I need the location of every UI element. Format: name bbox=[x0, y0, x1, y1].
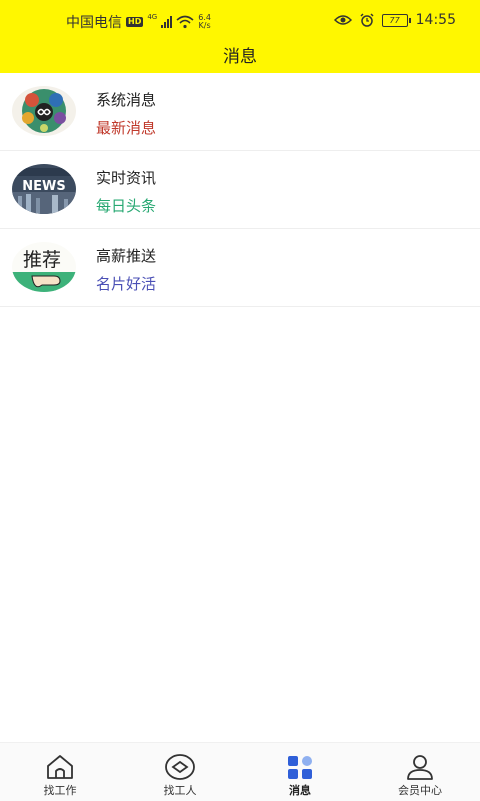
nav-find-job[interactable]: 找工作 bbox=[0, 743, 120, 801]
message-title: 实时资讯 bbox=[96, 169, 157, 187]
message-title: 高薪推送 bbox=[96, 247, 157, 265]
nav-label: 找工人 bbox=[163, 784, 197, 797]
message-subtitle: 最新消息 bbox=[96, 119, 157, 137]
message-subtitle: 每日头条 bbox=[96, 197, 157, 215]
recommend-avatar: 推荐 bbox=[12, 242, 76, 292]
signal-icon bbox=[161, 16, 173, 28]
nav-messages[interactable]: 消息 bbox=[240, 743, 360, 801]
eye-circle-icon bbox=[165, 754, 195, 780]
nav-label: 找工作 bbox=[43, 784, 77, 797]
system-message-avatar bbox=[12, 86, 76, 136]
message-item-system[interactable]: 系统消息 最新消息 bbox=[0, 73, 480, 151]
clock-time: 14:55 bbox=[415, 12, 456, 28]
message-item-news[interactable]: NEWS 实时资讯 每日头条 bbox=[0, 151, 480, 229]
nav-label: 会员中心 bbox=[398, 784, 442, 797]
user-icon bbox=[407, 755, 433, 780]
status-bar: 中国电信 HD 4G 6.4 K/s 77 14:55 bbox=[0, 8, 480, 34]
battery-icon: 77 bbox=[381, 13, 411, 27]
hd-badge: HD bbox=[126, 17, 144, 27]
nav-member-center[interactable]: 会员中心 bbox=[360, 743, 480, 801]
alarm-icon bbox=[360, 13, 374, 27]
home-icon bbox=[47, 755, 73, 779]
nav-find-worker[interactable]: 找工人 bbox=[120, 743, 240, 801]
header-bar: 中国电信 HD 4G 6.4 K/s 77 14:55 消息 bbox=[0, 0, 480, 73]
message-list: 系统消息 最新消息 NEWS 实时资讯 每日头条 推荐 高薪推送 名片好活 bbox=[0, 73, 480, 307]
wifi-icon bbox=[176, 15, 194, 29]
svg-text:推荐: 推荐 bbox=[23, 249, 61, 271]
page-title: 消息 bbox=[223, 47, 257, 67]
svg-text:NEWS: NEWS bbox=[22, 179, 65, 194]
nav-label: 消息 bbox=[289, 784, 311, 797]
message-title: 系统消息 bbox=[96, 91, 157, 109]
message-subtitle: 名片好活 bbox=[96, 275, 157, 293]
message-item-recommend[interactable]: 推荐 高薪推送 名片好活 bbox=[0, 229, 480, 307]
grid-icon bbox=[288, 756, 312, 779]
network-speed: 6.4 K/s bbox=[198, 13, 211, 30]
bottom-nav: 找工作 找工人 消息 会员中心 bbox=[0, 742, 480, 801]
carrier-name: 中国电信 bbox=[66, 15, 122, 31]
eye-icon bbox=[333, 15, 352, 25]
network-type: 4G bbox=[147, 13, 158, 21]
news-avatar: NEWS bbox=[12, 164, 76, 214]
